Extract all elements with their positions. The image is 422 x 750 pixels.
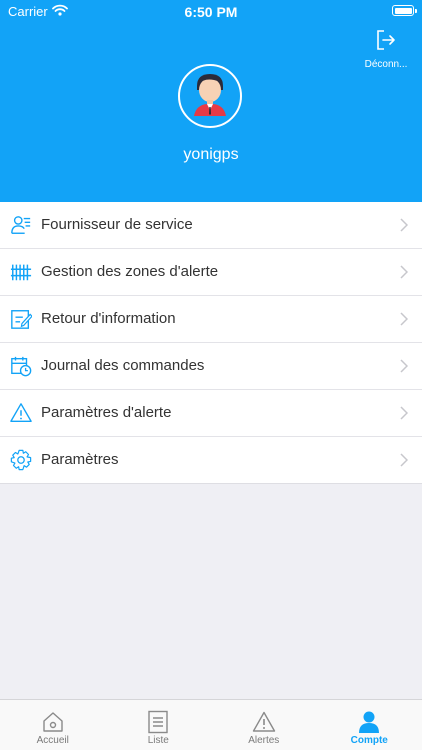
tab-label: Accueil — [36, 735, 69, 746]
profile-header: Carrier 6:50 PM Déconn... yonigps — [0, 0, 422, 202]
tab-alerts[interactable]: Alertes — [211, 700, 317, 750]
account-menu: Fournisseur de service Gestion des zones… — [0, 202, 422, 484]
username: yonigps — [183, 146, 239, 163]
chevron-right-icon — [400, 218, 408, 232]
status-bar: Carrier 6:50 PM — [0, 0, 422, 24]
calendar-clock-icon — [11, 356, 32, 377]
battery-icon — [392, 5, 417, 16]
clock: 6:50 PM — [184, 4, 238, 20]
tab-label: Liste — [147, 735, 169, 746]
menu-item-alert-settings[interactable]: Paramètres d'alerte — [0, 390, 422, 437]
chevron-right-icon — [400, 359, 408, 373]
person-icon — [359, 711, 380, 733]
menu-item-settings[interactable]: Paramètres — [0, 437, 422, 483]
tab-label: Compte — [350, 735, 388, 746]
feedback-icon — [11, 310, 32, 329]
gear-icon — [10, 449, 32, 471]
warning-icon — [10, 403, 32, 422]
tab-bar: Accueil Liste Alertes Compte — [0, 699, 422, 750]
tab-label: Alertes — [248, 735, 280, 746]
user-avatar-icon — [194, 74, 226, 116]
menu-item-alert-zones[interactable]: Gestion des zones d'alerte — [0, 249, 422, 296]
menu-item-label: Journal des commandes — [41, 357, 205, 374]
menu-item-label: Paramètres d'alerte — [41, 404, 172, 421]
menu-item-label: Retour d'information — [41, 310, 176, 327]
menu-item-command-log[interactable]: Journal des commandes — [0, 343, 422, 390]
chevron-right-icon — [400, 265, 408, 279]
menu-item-label: Fournisseur de service — [41, 216, 193, 233]
tab-home[interactable]: Accueil — [0, 700, 106, 750]
logout-icon — [377, 30, 395, 50]
logout-label: Déconn... — [364, 59, 408, 70]
menu-item-service-provider[interactable]: Fournisseur de service — [0, 202, 422, 249]
fence-icon — [10, 264, 32, 281]
warning-icon — [252, 711, 275, 732]
menu-item-label: Gestion des zones d'alerte — [41, 263, 219, 280]
menu-item-feedback[interactable]: Retour d'information — [0, 296, 422, 343]
tab-account[interactable]: Compte — [317, 700, 422, 750]
chevron-right-icon — [400, 312, 408, 326]
avatar[interactable] — [178, 64, 242, 128]
tab-list[interactable]: Liste — [106, 700, 212, 750]
logout-button[interactable]: Déconn... — [358, 28, 414, 70]
service-provider-icon — [11, 216, 31, 234]
list-icon — [148, 710, 168, 734]
chevron-right-icon — [400, 453, 408, 467]
menu-item-label: Paramètres — [41, 451, 119, 468]
home-icon — [43, 712, 63, 732]
chevron-right-icon — [400, 406, 408, 420]
